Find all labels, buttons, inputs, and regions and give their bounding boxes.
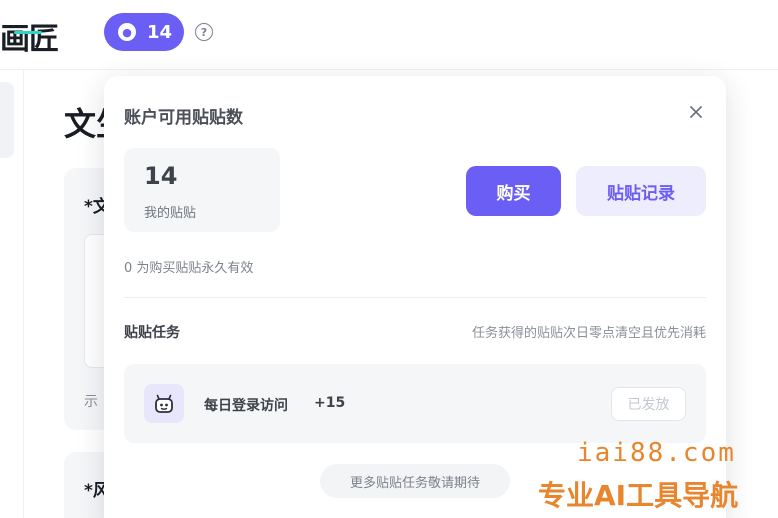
logo-text: 画匠 bbox=[0, 22, 59, 57]
help-icon[interactable]: ? bbox=[195, 23, 213, 41]
task-status-button[interactable]: 已发放 bbox=[611, 387, 686, 421]
credits-count: 14 bbox=[147, 21, 173, 43]
tasks-title: 贴贴任务 bbox=[124, 325, 180, 341]
task-name: 每日登录访问 bbox=[204, 398, 288, 414]
watermark-slogan: 专业AI工具导航 bbox=[538, 479, 739, 512]
close-icon[interactable] bbox=[688, 104, 704, 120]
sidebar-divider bbox=[23, 70, 24, 518]
validity-note: 0 为购买贴贴永久有效 bbox=[124, 261, 254, 276]
robot-icon bbox=[144, 384, 184, 423]
balance-label: 我的贴贴 bbox=[144, 206, 197, 221]
app-logo[interactable]: 画匠 bbox=[0, 14, 59, 58]
section-divider bbox=[124, 297, 706, 298]
balance-card: 14 我的贴贴 bbox=[124, 148, 280, 232]
credits-button[interactable]: ● 14 bbox=[104, 13, 184, 51]
more-tasks-label: 更多贴贴任务敬请期待 bbox=[320, 464, 510, 498]
watermark-url: iai88.com bbox=[577, 438, 736, 468]
popup-title: 账户可用贴贴数 bbox=[124, 108, 243, 128]
task-row: 每日登录访问 +15 已发放 bbox=[124, 364, 706, 443]
records-button[interactable]: 贴贴记录 bbox=[576, 166, 706, 216]
top-bar: 画匠 ● 14 ? bbox=[0, 0, 778, 70]
task-reward: +15 bbox=[314, 395, 346, 411]
balance-value: 14 bbox=[144, 162, 178, 190]
tasks-note: 任务获得的贴贴次日零点清空且优先消耗 bbox=[471, 326, 706, 341]
buy-button[interactable]: 购买 bbox=[466, 166, 561, 216]
mascot-icon: ● bbox=[118, 23, 136, 41]
sidebar-active-indicator bbox=[0, 82, 14, 158]
prompt-hint: 示 bbox=[84, 394, 98, 410]
logo-accent-bar bbox=[14, 31, 42, 34]
